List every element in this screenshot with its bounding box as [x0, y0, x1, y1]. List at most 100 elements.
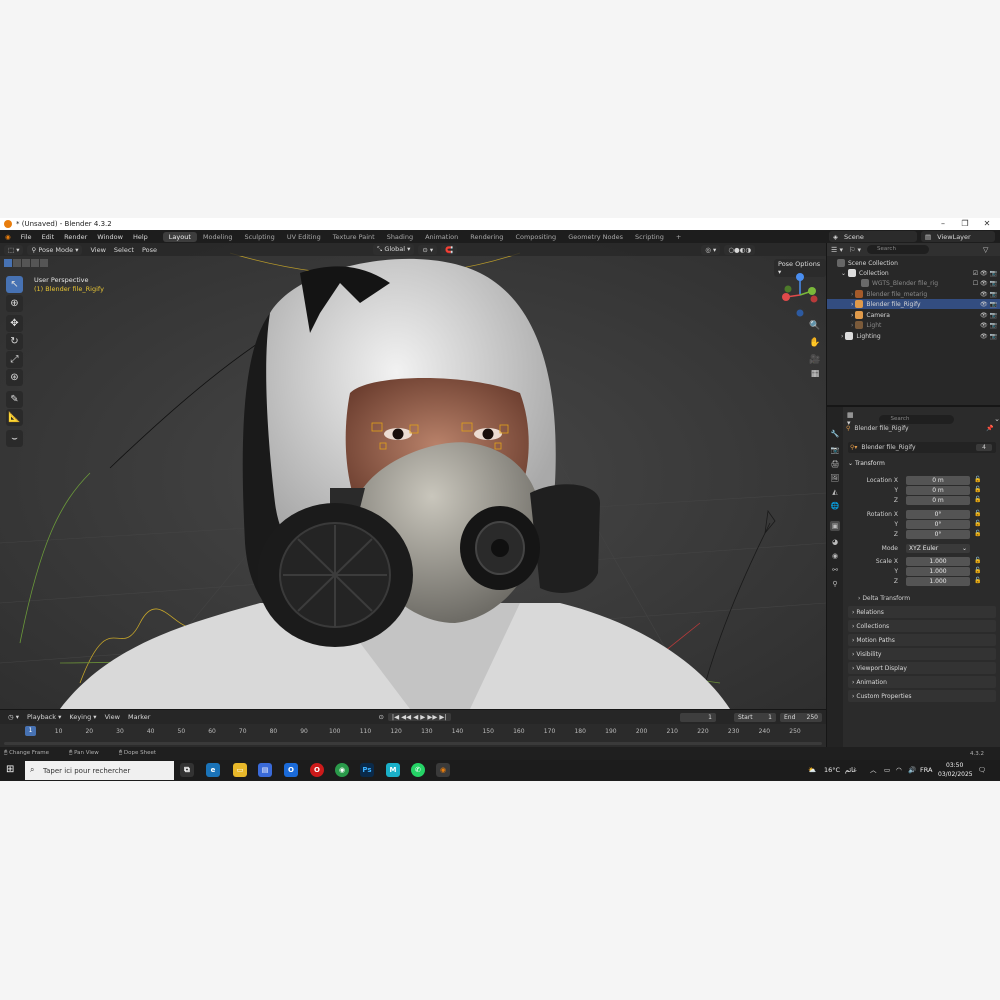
lock-icon[interactable]: 🔓 [974, 510, 981, 517]
camera-view-icon[interactable]: 🎥 [808, 353, 822, 367]
timeline-editor-icon[interactable]: ◷ ▾ [4, 713, 23, 721]
viewport-menu-select[interactable]: Select [110, 246, 138, 254]
rotation-z-field[interactable]: 0° [906, 530, 970, 539]
timeline-editor[interactable]: ◷ ▾ Playback ▾ Keying ▾ View Marker ⊙ |◀… [0, 709, 826, 747]
pan-hand-icon[interactable]: ✋ [808, 336, 822, 350]
blender-menu-icon[interactable]: ◉ [0, 233, 16, 241]
chrome-icon[interactable]: ◉ [335, 763, 349, 777]
rotation-y-field[interactable]: 0° [906, 520, 970, 529]
tab-layout[interactable]: Layout [162, 231, 197, 242]
cursor-tool-icon[interactable]: ⊕ [6, 295, 23, 312]
measure-tool-icon[interactable]: 📐 [6, 409, 23, 426]
zoom-icon[interactable]: 🔍 [808, 319, 822, 333]
timeline-menu-playback[interactable]: Playback ▾ [23, 713, 65, 721]
tab-modeling[interactable]: Modeling [197, 232, 239, 242]
outliner-row-camera[interactable]: › Camera 👁 📷 [827, 310, 1000, 320]
lock-icon[interactable]: 🔓 [974, 530, 981, 537]
section-relations[interactable]: › Relations [848, 606, 996, 618]
add-workspace-icon[interactable]: + [670, 232, 687, 242]
end-frame-field[interactable]: End 250 [780, 713, 822, 722]
visibility-eye-icon[interactable]: ☐ 👁 📷 [973, 280, 997, 287]
ortho-toggle-icon[interactable]: ▦ [808, 367, 822, 381]
edge-icon[interactable]: e [206, 763, 220, 777]
tab-compositing[interactable]: Compositing [509, 232, 562, 242]
timeline-menu-marker[interactable]: Marker [124, 713, 154, 721]
object-tab-icon[interactable]: ▣ [830, 521, 840, 531]
weather-temperature[interactable]: 16°C [824, 760, 840, 781]
visibility-eye-icon[interactable]: ☑ 👁 📷 [973, 270, 997, 277]
close-icon[interactable]: ✕ [976, 218, 998, 230]
modifier-tab-icon[interactable]: ◕ [830, 537, 840, 547]
constraints-tab-icon[interactable]: ⚯ [830, 565, 840, 575]
move-tool-icon[interactable]: ✥ [6, 315, 23, 332]
menu-help[interactable]: Help [128, 233, 153, 241]
section-viewport-display[interactable]: › Viewport Display [848, 662, 996, 674]
weather-condition[interactable]: غائم [845, 760, 857, 781]
file-explorer-icon[interactable]: ▭ [233, 763, 247, 777]
transform-header[interactable]: ⌄ Transform [848, 460, 885, 467]
outliner-row-scene-collection[interactable]: Scene Collection [827, 258, 1000, 268]
record-icon[interactable]: ⊙ [374, 713, 387, 721]
visibility-eye-icon[interactable]: 👁 📷 [980, 322, 997, 329]
section-custom-properties[interactable]: › Custom Properties [848, 690, 996, 702]
menu-render[interactable]: Render [59, 233, 92, 241]
viewport-overlays-button[interactable]: ◎ ▾ [701, 244, 721, 255]
opera-icon[interactable]: O [310, 763, 324, 777]
physics-tab-icon[interactable]: ◉ [830, 551, 840, 561]
render-tab-icon[interactable]: 📷 [830, 445, 840, 455]
start-frame-field[interactable]: Start 1 [734, 713, 776, 722]
maya-icon[interactable]: M [386, 763, 400, 777]
location-y-field[interactable]: 0 m [906, 486, 970, 495]
scene-selector[interactable]: ◈ Scene [829, 231, 917, 242]
volume-icon[interactable]: 🔊 [908, 760, 916, 781]
transform-orientation-selector[interactable]: ⤡ Global ▾ [373, 244, 415, 255]
language-indicator[interactable]: FRA [920, 760, 932, 781]
tray-chevron-icon[interactable]: ︿ [870, 760, 877, 781]
delta-transform-section[interactable]: › Delta Transform [858, 595, 910, 602]
scale-y-field[interactable]: 1.000 [906, 567, 970, 576]
lock-icon[interactable]: 🔓 [974, 567, 981, 574]
task-view-icon[interactable]: ⧉ [180, 763, 194, 777]
tab-rendering[interactable]: Rendering [464, 232, 509, 242]
data-tab-icon[interactable]: ⚲ [830, 579, 840, 589]
menu-window[interactable]: Window [92, 233, 128, 241]
current-frame-indicator[interactable]: 1 [25, 726, 36, 736]
select-invert-icon[interactable] [40, 259, 48, 267]
tab-sculpting[interactable]: Sculpting [238, 232, 280, 242]
properties-options-icon[interactable]: ⌄ [994, 415, 1000, 423]
timeline-menu-view[interactable]: View [101, 713, 124, 721]
outliner-editor-icon[interactable]: ☰ ▾ [831, 246, 843, 254]
rotate-tool-icon[interactable]: ↻ [6, 333, 23, 350]
minimize-icon[interactable]: – [932, 218, 954, 230]
playback-controls[interactable]: |◀ ◀◀ ◀ ▶ ▶▶ ▶| [387, 713, 451, 721]
section-animation[interactable]: › Animation [848, 676, 996, 688]
location-x-field[interactable]: 0 m [906, 476, 970, 485]
view-layer-tab-icon[interactable]: 🖼 [830, 473, 840, 483]
timeline-scrollbar[interactable] [4, 742, 822, 745]
wifi-icon[interactable]: ◠ [896, 760, 902, 781]
select-intersect-icon[interactable] [31, 259, 39, 267]
maximize-icon[interactable]: ❐ [954, 218, 976, 230]
outlook-icon[interactable]: O [284, 763, 298, 777]
clock-time[interactable]: 03:50 [946, 762, 963, 769]
lock-icon[interactable]: 🔓 [974, 557, 981, 564]
current-frame-field[interactable]: 1 [680, 713, 716, 722]
outliner-row-metarig[interactable]: › Blender file_metarig 👁 📷 [827, 289, 1000, 299]
object-datablock-field[interactable]: ⚲▾ Blender file_Rigify 4 [848, 442, 996, 453]
weather-icon[interactable]: ⛅ [808, 760, 816, 781]
outliner-funnel-icon[interactable]: ▽ [983, 246, 988, 254]
section-motion-paths[interactable]: › Motion Paths [848, 634, 996, 646]
taskbar-search[interactable]: ⌕ Taper ici pour rechercher [25, 761, 174, 780]
pin-icon[interactable]: 📌 [986, 425, 993, 432]
visibility-eye-icon[interactable]: 👁 📷 [980, 333, 997, 340]
menu-file[interactable]: File [16, 233, 37, 241]
tab-geometry-nodes[interactable]: Geometry Nodes [562, 232, 629, 242]
transform-tool-icon[interactable]: ⊛ [6, 369, 23, 386]
outliner-row-light[interactable]: › Light 👁 📷 [827, 320, 1000, 330]
editor-type-button[interactable]: ⬚ ▾ [4, 244, 24, 255]
select-box-tool-icon[interactable]: ↖ [6, 276, 23, 293]
tool-tab-icon[interactable]: 🔧 [830, 429, 840, 439]
world-tab-icon[interactable]: 🌐 [830, 501, 840, 511]
timeline-menu-keying[interactable]: Keying ▾ [65, 713, 100, 721]
rotation-x-field[interactable]: 0° [906, 510, 970, 519]
